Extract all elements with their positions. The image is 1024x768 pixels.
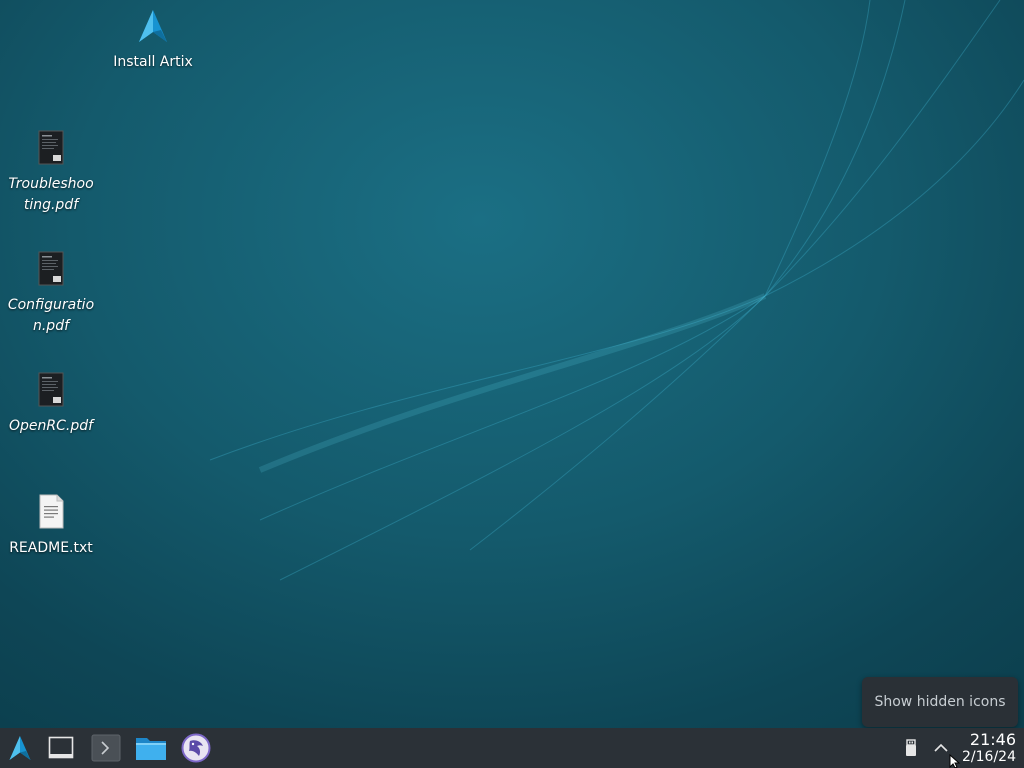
desktop-icon-label: Configuratio n.pdf <box>7 297 95 334</box>
chevron-up-icon <box>934 743 948 752</box>
desktop-icon-label: Troubleshoo ting.pdf <box>8 176 94 213</box>
artix-logo-icon <box>9 736 31 760</box>
clock[interactable]: 21:46 2/16/24 <box>962 730 1016 766</box>
desktop-icon-troubleshooting-pdf[interactable]: Troubleshoo ting.pdf <box>1 130 101 216</box>
folder-icon <box>136 738 166 760</box>
application-menu-button[interactable] <box>4 732 36 764</box>
desktop-icon-label: README.txt <box>9 540 93 556</box>
browser-icon <box>181 733 211 763</box>
artix-logo-icon <box>133 8 173 48</box>
desktop-icon-configuration-pdf[interactable]: Configuratio n.pdf <box>1 251 101 337</box>
desktop-icon-install-artix[interactable]: Install Artix <box>103 8 203 73</box>
usb-tray-button[interactable] <box>896 732 926 764</box>
desktop-icon-readme-txt[interactable]: README.txt <box>1 494 101 559</box>
desktop-icon-label: Install Artix <box>113 54 193 70</box>
taskbar: 21:46 2/16/24 <box>0 728 1024 768</box>
usb-drive-icon <box>906 739 916 756</box>
show-desktop-icon <box>48 736 74 759</box>
desktop[interactable]: Install Artix Troubleshoo ting.pdf Confi… <box>0 0 1024 728</box>
tooltip-show-hidden-icons: Show hidden icons <box>862 677 1018 727</box>
file-manager-launcher-button[interactable] <box>135 732 167 764</box>
terminal-launcher-button[interactable] <box>90 732 122 764</box>
desktop-icon-openrc-pdf[interactable]: OpenRC.pdf <box>1 372 101 437</box>
clock-time: 21:46 <box>969 730 1016 749</box>
pdf-document-icon <box>31 251 71 291</box>
web-browser-launcher-button[interactable] <box>180 732 212 764</box>
clock-date: 2/16/24 <box>962 749 1016 765</box>
text-document-icon <box>31 494 71 534</box>
pdf-document-icon <box>31 372 71 412</box>
terminal-icon <box>91 734 121 762</box>
mouse-cursor-icon <box>949 754 961 768</box>
show-desktop-button[interactable] <box>45 732 77 764</box>
pdf-document-icon <box>31 130 71 170</box>
desktop-icon-label: OpenRC.pdf <box>8 418 94 434</box>
wallpaper-curves <box>209 0 1024 581</box>
